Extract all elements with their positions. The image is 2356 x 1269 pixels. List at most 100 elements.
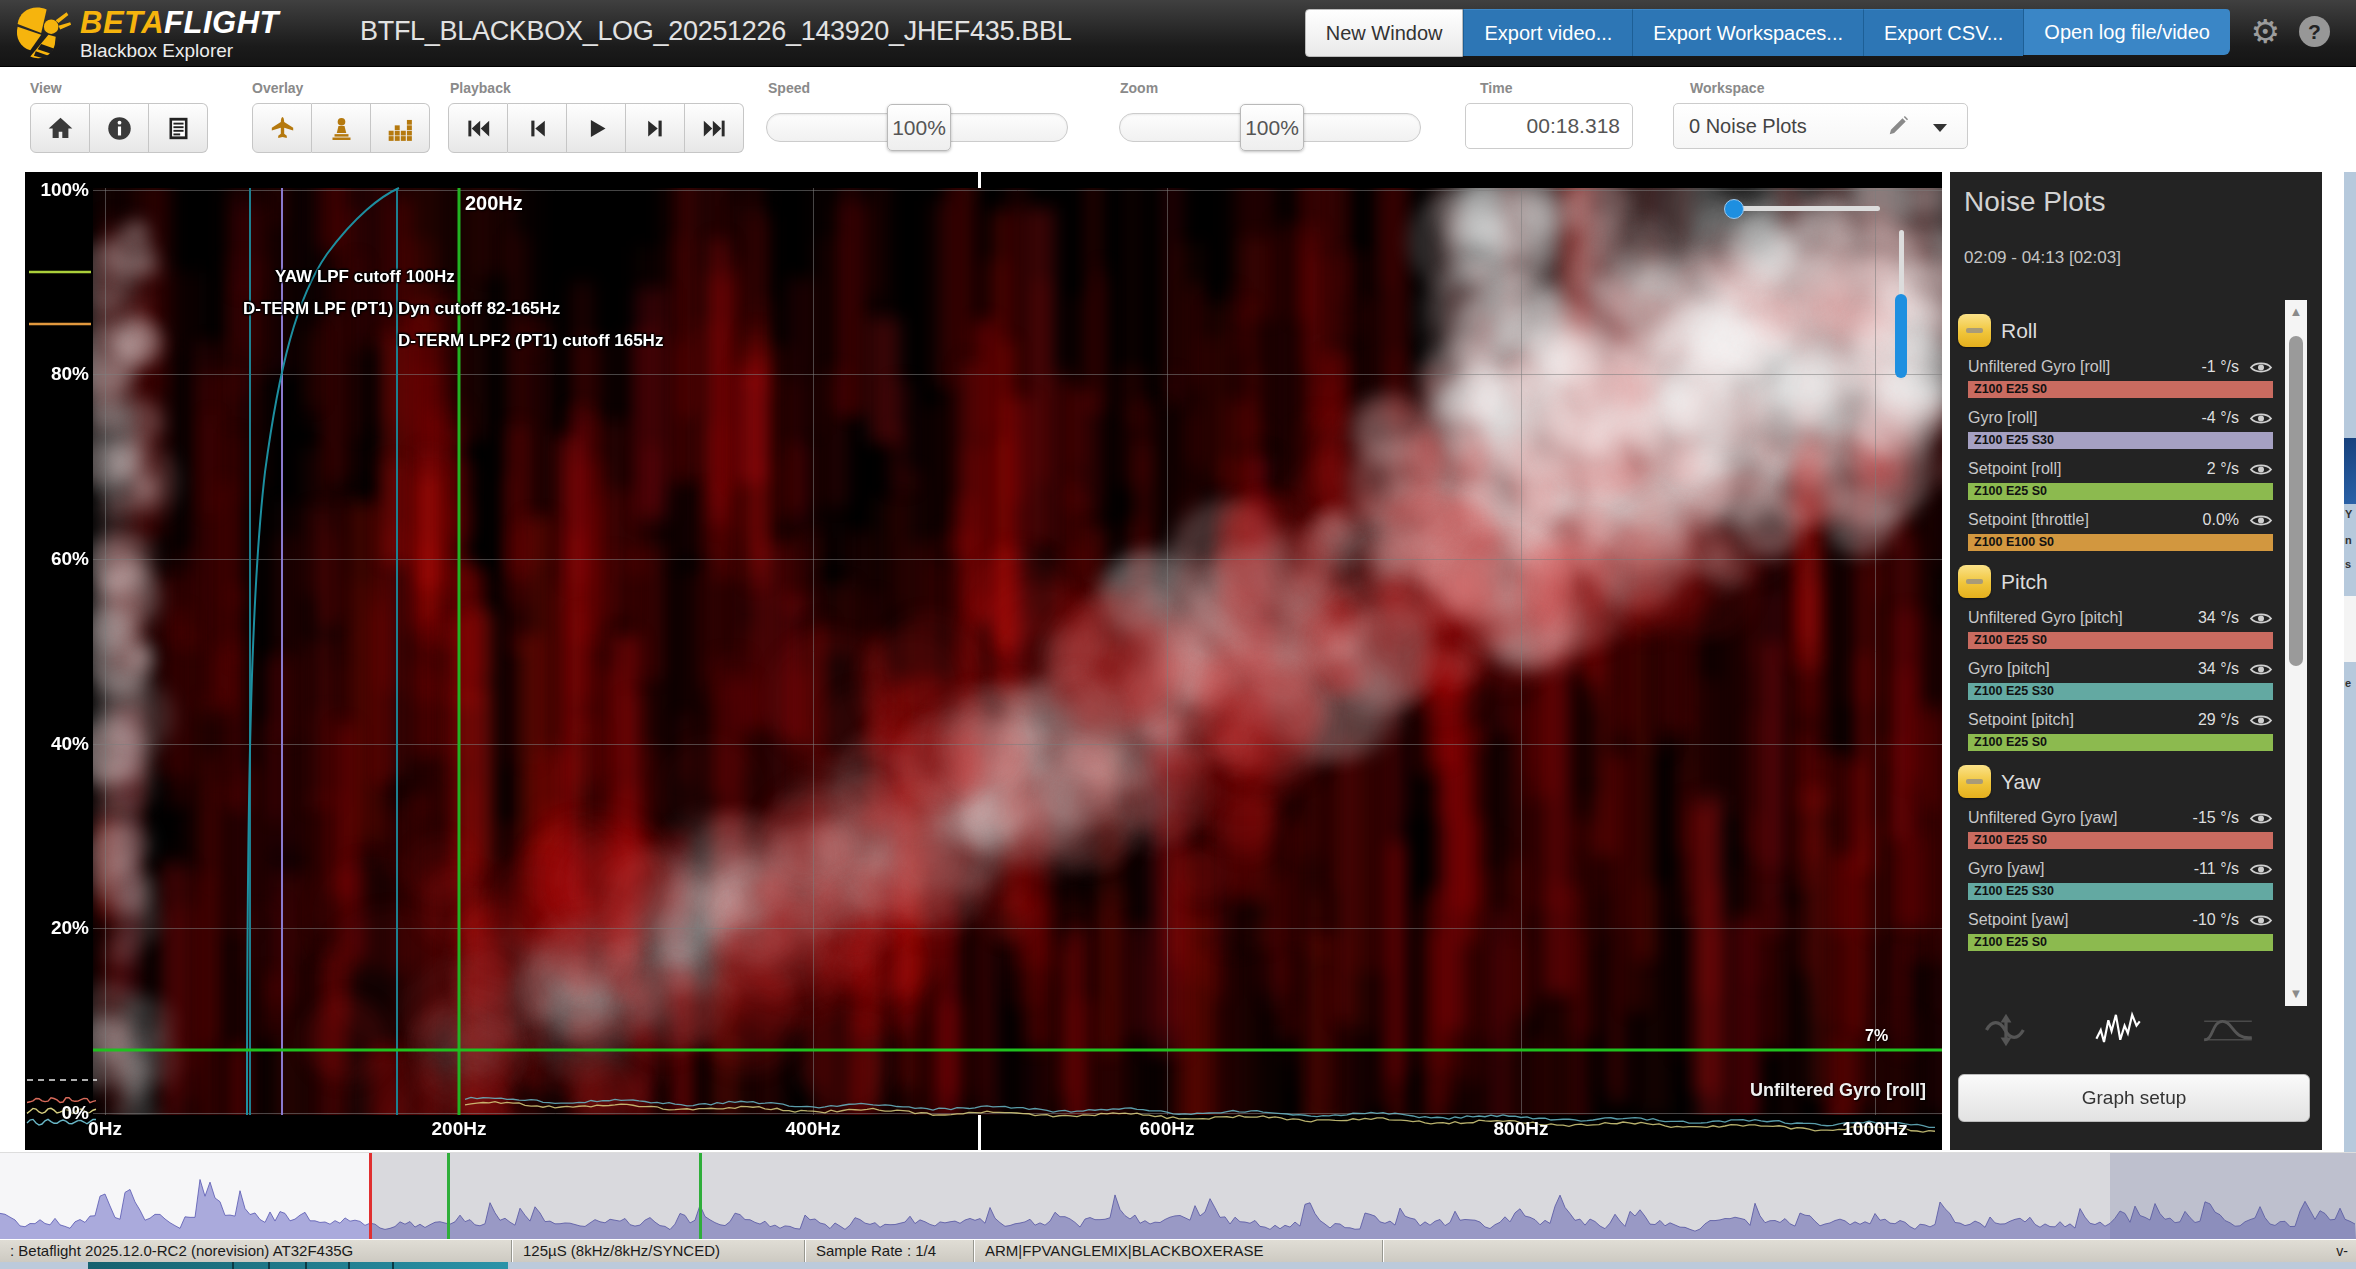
eye-icon[interactable]	[2249, 512, 2273, 529]
field-curve-badge[interactable]: Z100 E25 S0	[1968, 483, 2273, 500]
field-curve-badge[interactable]: Z100 E25 S0	[1968, 734, 2273, 751]
y-tick: 60%	[25, 548, 89, 570]
workspace-value: 0 Noise Plots	[1689, 115, 1807, 138]
spectrum-analyser-panel[interactable]: 100% 80% 60% 40% 20% 0% 0Hz 200Hz 400Hz …	[25, 172, 1942, 1150]
field-curve-badge[interactable]: Z100 E25 S30	[1968, 432, 2273, 449]
field-item: Setpoint [yaw]-10 °/s Z100 E25 S0	[1968, 909, 2273, 951]
overview-range-marker-start[interactable]	[447, 1153, 450, 1239]
view-buttons	[30, 103, 208, 153]
speed-value[interactable]: 100%	[887, 104, 951, 151]
blackbox-explorer-window: BETAFLIGHT Blackbox Explorer BTFL_BLACKB…	[0, 0, 2356, 1269]
craft-overlay-button[interactable]	[252, 103, 312, 153]
scrollbar-thumb[interactable]	[2289, 336, 2303, 666]
scroll-up-icon[interactable]: ▲	[2285, 300, 2307, 324]
overview-shade	[371, 1153, 2356, 1239]
edge-white-patch	[2344, 596, 2356, 662]
stick-response-icon[interactable]	[1980, 1010, 2032, 1050]
eye-icon[interactable]	[2249, 712, 2273, 729]
settings-gear-icon[interactable]: ⚙	[2250, 14, 2280, 50]
next-frame-button[interactable]	[626, 103, 685, 153]
collapse-group-button[interactable]	[1958, 314, 1991, 347]
playback-label: Playback	[450, 80, 511, 96]
overview-shade-right	[2110, 1153, 2356, 1239]
play-button[interactable]	[567, 103, 626, 153]
field-curve-badge[interactable]: Z100 E100 S0	[1968, 534, 2273, 551]
x-tick: 600Hz	[1122, 1118, 1212, 1140]
export-csv-button[interactable]: Export CSV...	[1863, 9, 2023, 56]
home-button[interactable]	[30, 103, 90, 153]
scroll-down-icon[interactable]: ▼	[2285, 982, 2307, 1006]
collapse-group-button[interactable]	[1958, 765, 1991, 798]
spectrum-field-label: Unfiltered Gyro [roll]	[1750, 1080, 1926, 1101]
field-value: 34 °/s	[2198, 660, 2239, 678]
step-response-icon[interactable]	[2202, 1010, 2254, 1050]
field-item: Gyro [pitch]34 °/s Z100 E25 S30	[1968, 658, 2273, 700]
x-tick: 0Hz	[60, 1118, 150, 1140]
flags-status: ARM|FPVANGLEMIX|BLACKBOXERASE	[975, 1240, 1383, 1262]
open-log-button[interactable]: Open log file/video	[2023, 9, 2230, 55]
analyser-zoom-x-handle[interactable]	[1724, 199, 1744, 219]
prev-frame-button[interactable]	[508, 103, 567, 153]
field-curve-badge[interactable]: Z100 E25 S0	[1968, 832, 2273, 849]
view-label: View	[30, 80, 62, 96]
field-item: Setpoint [roll]2 °/s Z100 E25 S0	[1968, 458, 2273, 500]
eye-icon[interactable]	[2249, 861, 2273, 878]
field-value: -10 °/s	[2193, 911, 2239, 929]
analyser-overlay-button[interactable]	[371, 103, 430, 153]
log-info-button[interactable]	[90, 103, 149, 153]
field-curve-badge[interactable]: Z100 E25 S30	[1968, 683, 2273, 700]
log-overview-strip[interactable]	[0, 1152, 2356, 1239]
eye-icon[interactable]	[2249, 810, 2273, 827]
eye-icon[interactable]	[2249, 410, 2273, 427]
analyser-zoom-x-slider[interactable]	[1730, 206, 1880, 211]
time-cursor-bottom	[978, 1115, 981, 1150]
field-item: Setpoint [pitch]29 °/s Z100 E25 S0	[1968, 709, 2273, 751]
field-label: Unfiltered Gyro [pitch]	[1968, 609, 2198, 627]
field-item: Gyro [yaw]-11 °/s Z100 E25 S30	[1968, 858, 2273, 900]
field-curve-badge[interactable]: Z100 E25 S0	[1968, 381, 2273, 398]
help-icon[interactable]: ?	[2299, 16, 2330, 47]
field-value: -4 °/s	[2201, 409, 2239, 427]
overview-range-marker-end[interactable]	[699, 1153, 702, 1239]
threshold-label: 7%	[1865, 1027, 1888, 1045]
eye-icon[interactable]	[2249, 610, 2273, 627]
export-video-button[interactable]: Export video...	[1463, 9, 1632, 56]
time-input[interactable]: 00:18.318	[1465, 103, 1633, 149]
analyser-zoom-y-handle[interactable]	[1895, 294, 1907, 378]
edge-letter: e	[2345, 677, 2356, 689]
minus-icon	[1966, 579, 1983, 584]
logo-subtitle: Blackbox Explorer	[80, 41, 279, 60]
next-frame-icon	[642, 115, 669, 142]
eye-icon[interactable]	[2249, 912, 2273, 929]
zoom-slider[interactable]: 100%	[1119, 113, 1421, 142]
sticks-icon	[328, 115, 355, 142]
noise-icon[interactable]	[2091, 1010, 2143, 1050]
eye-icon[interactable]	[2249, 461, 2273, 478]
field-curve-badge[interactable]: Z100 E25 S0	[1968, 934, 2273, 951]
speed-slider[interactable]: 100%	[766, 113, 1068, 142]
time-label: Time	[1480, 80, 1512, 96]
collapse-group-button[interactable]	[1958, 565, 1991, 598]
skip-start-button[interactable]	[448, 103, 508, 153]
field-curve-badge[interactable]: Z100 E25 S30	[1968, 883, 2273, 900]
prev-frame-icon	[524, 115, 551, 142]
sticks-overlay-button[interactable]	[312, 103, 371, 153]
frequency-marker-label: 200Hz	[465, 192, 523, 215]
workspace-select[interactable]: 0 Noise Plots	[1673, 103, 1968, 149]
overview-current-marker[interactable]	[369, 1153, 372, 1239]
eye-icon[interactable]	[2249, 661, 2273, 678]
log-fields-button[interactable]	[149, 103, 208, 153]
field-item: Unfiltered Gyro [roll]-1 °/s Z100 E25 S0	[1968, 356, 2273, 398]
graph-setup-button[interactable]: Graph setup	[1958, 1074, 2310, 1122]
skip-end-button[interactable]	[685, 103, 744, 153]
zoom-value[interactable]: 100%	[1240, 104, 1304, 151]
edit-pencil-icon[interactable]	[1887, 115, 1909, 137]
y-tick: 40%	[25, 733, 89, 755]
field-curve-badge[interactable]: Z100 E25 S0	[1968, 632, 2273, 649]
new-window-button[interactable]: New Window	[1305, 9, 1464, 57]
eye-icon[interactable]	[2249, 359, 2273, 376]
export-workspaces-button[interactable]: Export Workspaces...	[1632, 9, 1863, 56]
field-label: Setpoint [pitch]	[1968, 711, 2198, 729]
sidebar-scrollbar[interactable]: ▲ ▼	[2285, 300, 2307, 1006]
field-label: Gyro [roll]	[1968, 409, 2201, 427]
